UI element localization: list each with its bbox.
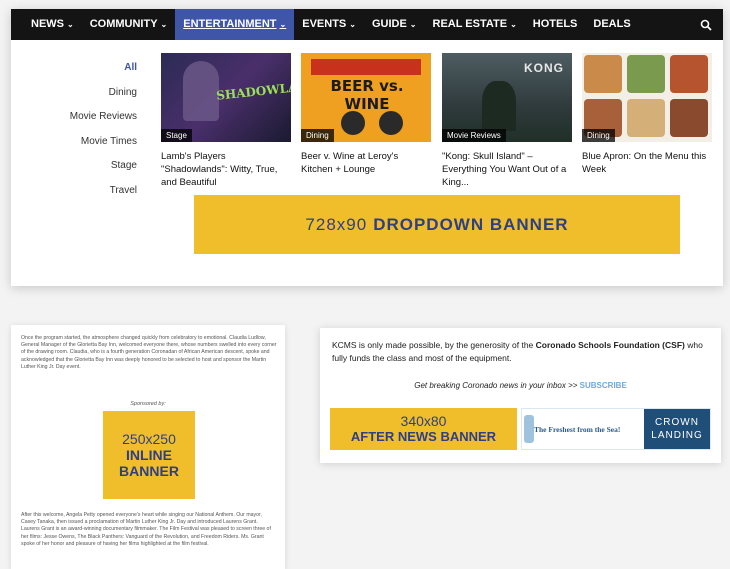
thumbnail-title: KONG <box>524 61 564 75</box>
chevron-down-icon: ⌄ <box>67 20 74 29</box>
inline-banner-label: INLINE <box>126 447 172 463</box>
banner-size: 728x90 <box>305 214 368 234</box>
inline-banner-ad[interactable]: 250x250 INLINE BANNER <box>103 411 195 499</box>
article-title[interactable]: Blue Apron: On the Menu this Week <box>582 150 712 176</box>
inline-banner-label: BANNER <box>119 463 179 479</box>
nav-news[interactable]: NEWS ⌄ <box>23 9 82 40</box>
subscribe-link[interactable]: SUBSCRIBE <box>580 381 627 390</box>
entertainment-dropdown: NEWS ⌄ COMMUNITY ⌄ ENTERTAINMENT ⌄ EVENTS ⌄ … <box>11 9 723 286</box>
kcms-footer-box: KCMS is only made possible, by the gener… <box>320 328 721 463</box>
article-card[interactable]: KONG Movie Reviews "Kong: Skull Island" … <box>442 53 572 189</box>
thumbnail-title: SHADOWLANDS <box>215 77 291 103</box>
chevron-down-icon: ⌄ <box>160 20 168 29</box>
crown-landing-logo: CROWN LANDING <box>644 409 710 449</box>
dropdown-banner-ad[interactable]: 728x90 DROPDOWN BANNER <box>194 195 680 254</box>
article-paragraph: After this welcome, Angela Petty opened … <box>21 512 271 547</box>
banner-label: DROPDOWN BANNER <box>373 214 569 234</box>
chevron-down-icon: ⌄ <box>409 20 417 29</box>
article-body: Once the program started, the atmosphere… <box>11 325 285 569</box>
article-card[interactable]: SHADOWLANDS Stage Lamb's Players "Shadow… <box>161 53 291 189</box>
article-card[interactable]: BEER vs. WINE Dining Beer v. Wine at Ler… <box>301 53 431 176</box>
sponsored-label: Sponsored by: <box>130 401 166 407</box>
article-title[interactable]: Beer v. Wine at Leroy's Kitchen + Lounge <box>301 150 431 176</box>
category-list: All Dining Movie Reviews Movie Times Sta… <box>51 62 137 209</box>
category-tag: Stage <box>161 129 192 142</box>
after-banner-size: 340x80 <box>400 413 447 429</box>
nav-real-estate[interactable]: REAL ESTATE ⌄ <box>425 9 525 40</box>
nav-hotels[interactable]: HOTELS <box>525 9 586 40</box>
nav-deals[interactable]: DEALS <box>585 9 638 40</box>
category-stage[interactable]: Stage <box>51 160 137 185</box>
main-navbar: NEWS ⌄ COMMUNITY ⌄ ENTERTAINMENT ⌄ EVENTS ⌄ … <box>11 9 723 40</box>
thumbnail-title: BEER vs. WINE <box>330 77 404 113</box>
category-tag: Dining <box>301 129 334 142</box>
article-title[interactable]: "Kong: Skull Island" – Everything You Wa… <box>442 150 572 189</box>
kcms-text: KCMS is only made possible, by the gener… <box>332 340 703 363</box>
category-all[interactable]: All <box>51 62 137 87</box>
category-dining[interactable]: Dining <box>51 87 137 112</box>
article-thumbnail[interactable]: SHADOWLANDS Stage <box>161 53 291 142</box>
category-travel[interactable]: Travel <box>51 185 137 210</box>
article-thumbnail[interactable]: Dining <box>582 53 712 142</box>
nav-guide[interactable]: GUIDE ⌄ <box>364 9 425 40</box>
csf-name: Coronado Schools Foundation (CSF) <box>535 340 685 350</box>
article-thumbnail[interactable]: KONG Movie Reviews <box>442 53 572 142</box>
nav-entertainment[interactable]: ENTERTAINMENT ⌄ <box>175 9 295 40</box>
newsletter-prompt: Get breaking Coronado news in your inbox… <box>414 381 627 390</box>
nav-events[interactable]: EVENTS ⌄ <box>294 9 364 40</box>
article-paragraph: Once the program started, the atmosphere… <box>21 335 277 370</box>
crown-landing-ad[interactable]: The Freshest from the Sea! CROWN LANDING <box>521 408 711 450</box>
chevron-down-icon: ⌄ <box>349 20 356 29</box>
chevron-down-icon: ⌄ <box>279 20 287 29</box>
crown-tagline: The Freshest from the Sea! <box>534 425 621 434</box>
category-movie-times[interactable]: Movie Times <box>51 136 137 161</box>
article-card[interactable]: Dining Blue Apron: On the Menu this Week <box>582 53 712 176</box>
seafood-image <box>524 415 534 443</box>
after-news-banner-ad[interactable]: 340x80 AFTER NEWS BANNER <box>330 408 517 450</box>
after-banner-label: AFTER NEWS BANNER <box>350 429 497 444</box>
category-movie-reviews[interactable]: Movie Reviews <box>51 111 137 136</box>
chevron-down-icon: ⌄ <box>510 20 517 29</box>
category-tag: Dining <box>582 129 615 142</box>
article-title[interactable]: Lamb's Players "Shadowlands": Witty, Tru… <box>161 150 291 189</box>
article-thumbnail[interactable]: BEER vs. WINE Dining <box>301 53 431 142</box>
inline-banner-size: 250x250 <box>122 431 176 447</box>
category-tag: Movie Reviews <box>442 129 506 142</box>
nav-community[interactable]: COMMUNITY ⌄ <box>82 9 176 40</box>
search-icon[interactable] <box>689 9 723 40</box>
